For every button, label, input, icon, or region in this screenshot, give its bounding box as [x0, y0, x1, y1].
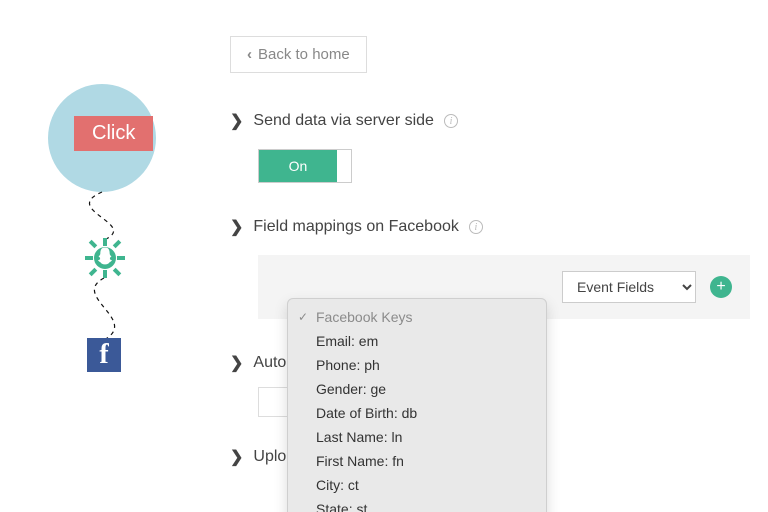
info-icon[interactable]: i: [444, 114, 458, 128]
add-mapping-button[interactable]: +: [710, 276, 732, 298]
dropdown-option[interactable]: First Name: fn: [288, 449, 546, 473]
chevron-right-icon: ❯: [230, 447, 243, 467]
back-label: Back to home: [258, 46, 350, 63]
dropdown-option[interactable]: City: ct: [288, 473, 546, 497]
event-fields-select[interactable]: Event Fields: [562, 271, 696, 303]
chevron-right-icon: ❯: [230, 217, 243, 237]
server-side-toggle[interactable]: On: [258, 149, 352, 183]
dropdown-option[interactable]: Last Name: ln: [288, 425, 546, 449]
transform-node: [85, 238, 125, 278]
chevron-right-icon: ❯: [230, 111, 243, 131]
dropdown-option[interactable]: Phone: ph: [288, 353, 546, 377]
facebook-node: f: [87, 338, 121, 372]
dropdown-placeholder: Facebook Keys: [288, 305, 546, 329]
chevron-right-icon: ❯: [230, 353, 243, 373]
dropdown-option[interactable]: Date of Birth: db: [288, 401, 546, 425]
dropdown-option[interactable]: Email: em: [288, 329, 546, 353]
toggle-handle: [337, 150, 351, 182]
dropdown-option[interactable]: Gender: ge: [288, 377, 546, 401]
facebook-icon: f: [99, 338, 108, 372]
app-stage: Click f ‹ Back to home: [0, 0, 768, 512]
section-title: Send data via server side: [253, 112, 434, 130]
toggle-on-label: On: [259, 150, 337, 182]
section-title: Field mappings on Facebook: [253, 218, 458, 236]
facebook-keys-dropdown[interactable]: Facebook Keys Email: emPhone: phGender: …: [287, 298, 547, 512]
dropdown-option[interactable]: State: st: [288, 497, 546, 512]
ghost-icon: [91, 244, 119, 272]
chevron-left-icon: ‹: [247, 46, 252, 63]
section-field-mappings-header[interactable]: ❯ Field mappings on Facebook i: [230, 217, 750, 237]
plus-icon: +: [716, 278, 725, 296]
back-to-home-button[interactable]: ‹ Back to home: [230, 36, 367, 73]
section-server-side-header[interactable]: ❯ Send data via server side i: [230, 111, 750, 131]
info-icon[interactable]: i: [469, 220, 483, 234]
